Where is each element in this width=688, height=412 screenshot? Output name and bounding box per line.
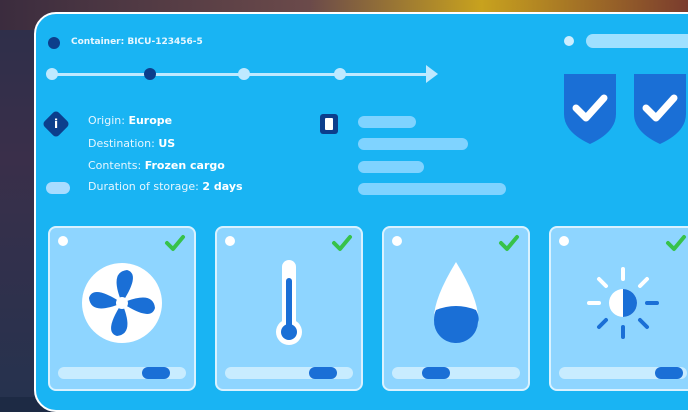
- origin-label: Origin:: [88, 114, 125, 127]
- duration-value: 2 days: [202, 180, 243, 193]
- destination-value: US: [158, 137, 176, 150]
- progress-arrow-icon: [426, 65, 438, 83]
- progress-step-4[interactable]: [334, 68, 346, 80]
- duration-label: Duration of storage:: [88, 180, 199, 193]
- fan-icon: [82, 263, 162, 343]
- origin-value: Europe: [128, 114, 173, 127]
- container-monitor-panel: Container: BICU-123456-5 i Origin: Europ…: [34, 12, 688, 412]
- shield-check-icon: [634, 74, 686, 144]
- doc-bar-3: [358, 161, 424, 173]
- thermometer-icon: [276, 260, 302, 345]
- card-status-dot: [58, 236, 68, 246]
- card-status-dot: [559, 236, 569, 246]
- water-drop-icon-wrap: [384, 258, 528, 348]
- status-bar: [586, 34, 688, 48]
- info-letter: i: [53, 117, 59, 131]
- contents-label: Contents:: [88, 159, 142, 172]
- humidity-card[interactable]: [382, 226, 530, 391]
- temperature-slider-knob[interactable]: [309, 367, 337, 379]
- check-icon: [332, 235, 352, 251]
- fan-slider[interactable]: [58, 367, 186, 379]
- container-dot-icon: [48, 37, 60, 49]
- humidity-slider[interactable]: [392, 367, 520, 379]
- destination-row: Destination: US: [88, 137, 175, 150]
- doc-bar-4: [358, 183, 506, 195]
- shield-check-icon: [564, 74, 616, 144]
- destination-label: Destination:: [88, 137, 155, 150]
- document-icon[interactable]: [320, 114, 338, 134]
- light-slider-knob[interactable]: [655, 367, 683, 379]
- check-icon: [666, 235, 686, 251]
- fan-icon-wrap: [50, 258, 194, 348]
- origin-row: Origin: Europe: [88, 114, 172, 127]
- light-slider[interactable]: [559, 367, 687, 379]
- light-card[interactable]: [549, 226, 688, 391]
- fan-slider-knob[interactable]: [142, 367, 170, 379]
- card-status-dot: [225, 236, 235, 246]
- check-icon: [165, 235, 185, 251]
- duration-row: Duration of storage: 2 days: [88, 180, 243, 193]
- container-label: Container: BICU-123456-5: [71, 37, 203, 47]
- contents-row: Contents: Frozen cargo: [88, 159, 225, 172]
- progress-step-2[interactable]: [144, 68, 156, 80]
- temperature-slider[interactable]: [225, 367, 353, 379]
- progress-step-1[interactable]: [46, 68, 58, 80]
- sun-icon: [587, 267, 659, 339]
- contents-value: Frozen cargo: [144, 159, 225, 172]
- duration-pill: [46, 182, 70, 194]
- temperature-card[interactable]: [215, 226, 363, 391]
- doc-bar-1: [358, 116, 416, 128]
- progress-step-3[interactable]: [238, 68, 250, 80]
- water-drop-icon: [433, 262, 479, 344]
- doc-bar-2: [358, 138, 468, 150]
- card-status-dot: [392, 236, 402, 246]
- status-dot: [564, 36, 574, 46]
- fan-card[interactable]: [48, 226, 196, 391]
- sun-icon-wrap: [551, 258, 688, 348]
- thermometer-icon-wrap: [217, 258, 361, 348]
- check-icon: [499, 235, 519, 251]
- humidity-slider-knob[interactable]: [422, 367, 450, 379]
